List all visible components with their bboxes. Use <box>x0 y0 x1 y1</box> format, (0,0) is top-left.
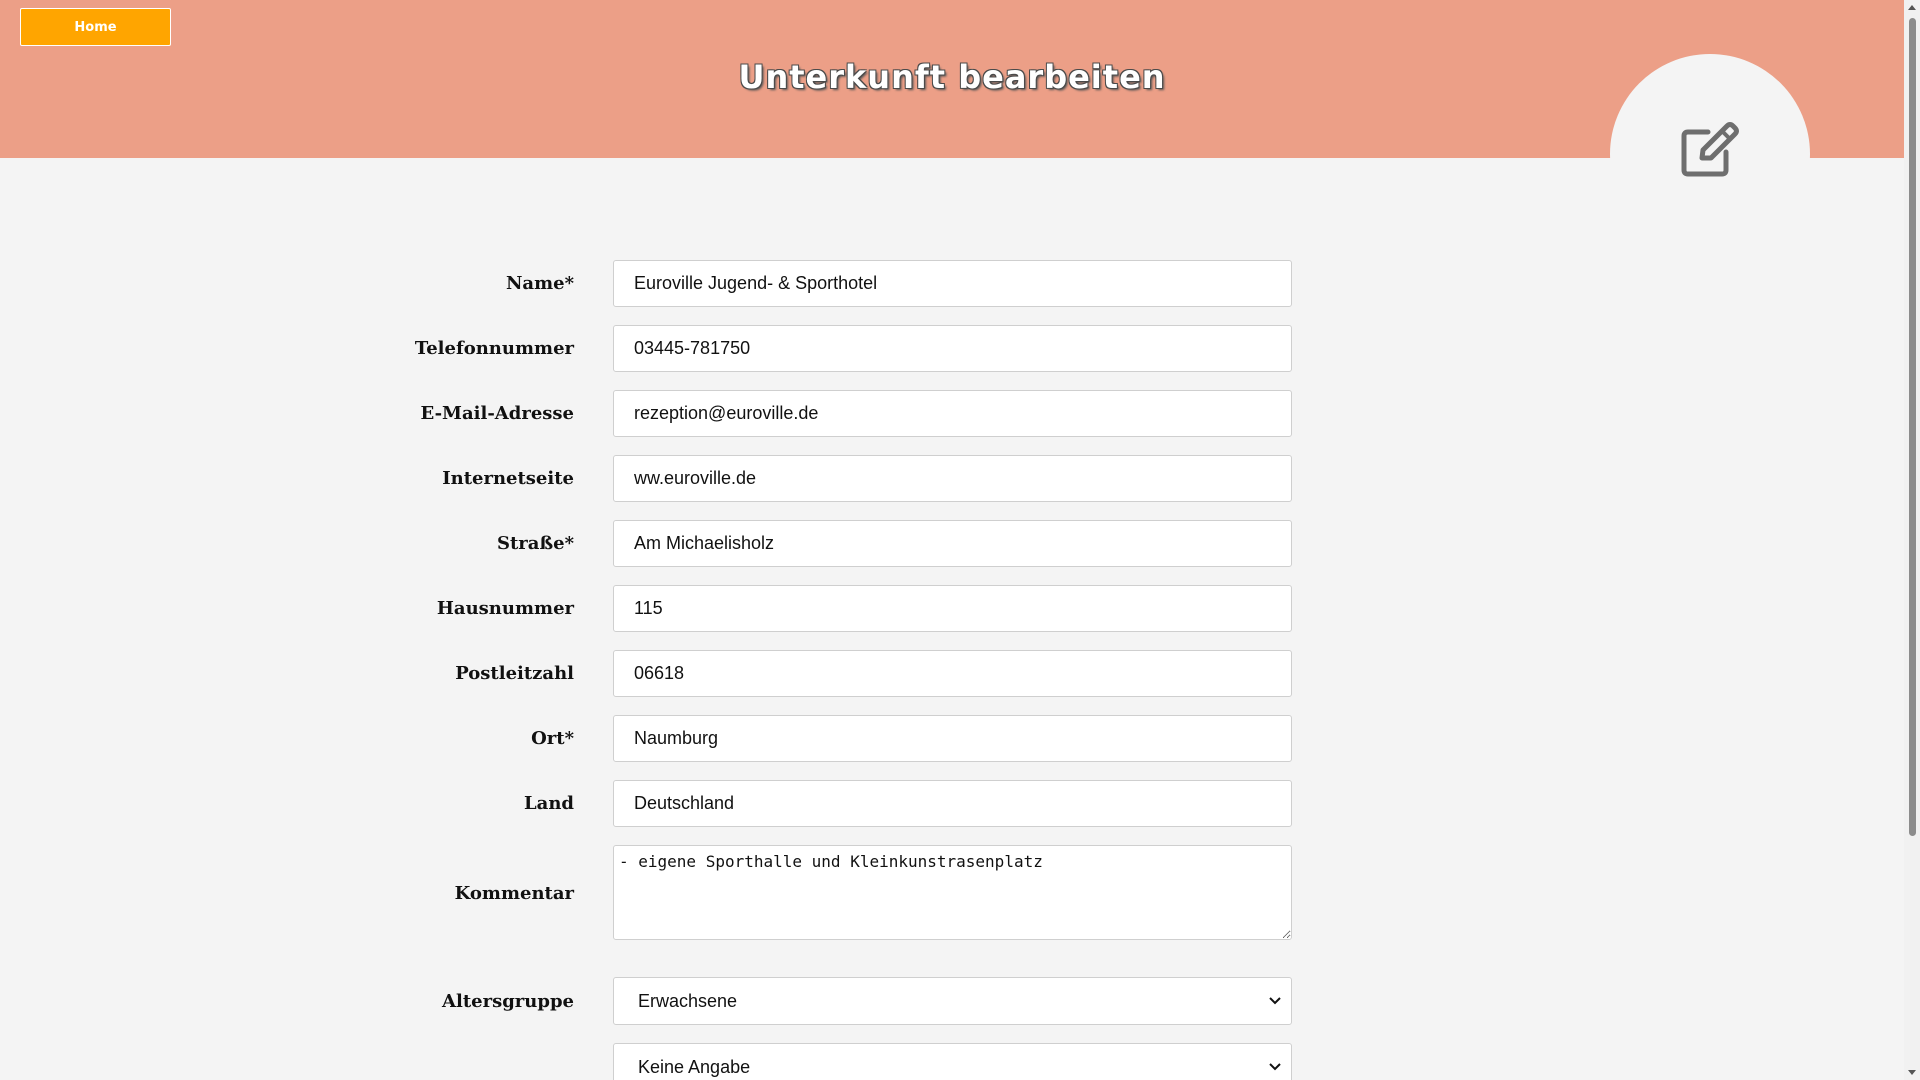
email-input[interactable] <box>613 390 1292 437</box>
phone-label: Telefonnummer <box>414 338 574 359</box>
scroll-up-arrow-icon[interactable] <box>1908 5 1916 10</box>
country-label: Land <box>524 793 574 814</box>
home-button[interactable]: Home <box>20 8 171 46</box>
street-label: Straße* <box>496 533 574 554</box>
chevron-down-icon <box>1269 1063 1281 1071</box>
comment-textarea[interactable]: - eigene Sporthalle und Kleinkunstrasenp… <box>613 845 1292 940</box>
next-select-selected: Keine Angabe <box>638 1056 751 1077</box>
city-input[interactable] <box>613 715 1292 762</box>
age-group-label: Altersgruppe <box>442 991 574 1012</box>
phone-input[interactable] <box>613 325 1292 372</box>
edit-icon <box>1681 122 1739 177</box>
vertical-scrollbar[interactable] <box>1904 0 1920 1080</box>
website-label: Internetseite <box>442 468 574 489</box>
next-select[interactable]: Keine Angabe <box>613 1043 1292 1080</box>
name-label: Name* <box>505 273 574 294</box>
city-label: Ort* <box>531 728 574 749</box>
website-input[interactable] <box>613 455 1292 502</box>
page-title: Unterkunft bearbeiten <box>738 58 1166 96</box>
street-input[interactable] <box>613 520 1292 567</box>
age-group-selected: Erwachsene <box>638 990 738 1011</box>
edit-icon-circle <box>1610 54 1810 254</box>
comment-label: Kommentar <box>454 883 574 904</box>
zip-label: Postleitzahl <box>455 663 574 684</box>
zip-input[interactable] <box>613 650 1292 697</box>
age-group-select[interactable]: Erwachsene <box>613 977 1292 1025</box>
house-number-label: Hausnummer <box>436 598 574 619</box>
house-number-input[interactable] <box>613 585 1292 632</box>
chevron-down-icon <box>1269 997 1281 1005</box>
name-input[interactable] <box>613 260 1292 307</box>
scroll-thumb[interactable] <box>1909 18 1916 836</box>
email-label: E-Mail-Adresse <box>420 403 574 424</box>
country-input[interactable] <box>613 780 1292 827</box>
scroll-down-arrow-icon[interactable] <box>1908 1070 1916 1075</box>
